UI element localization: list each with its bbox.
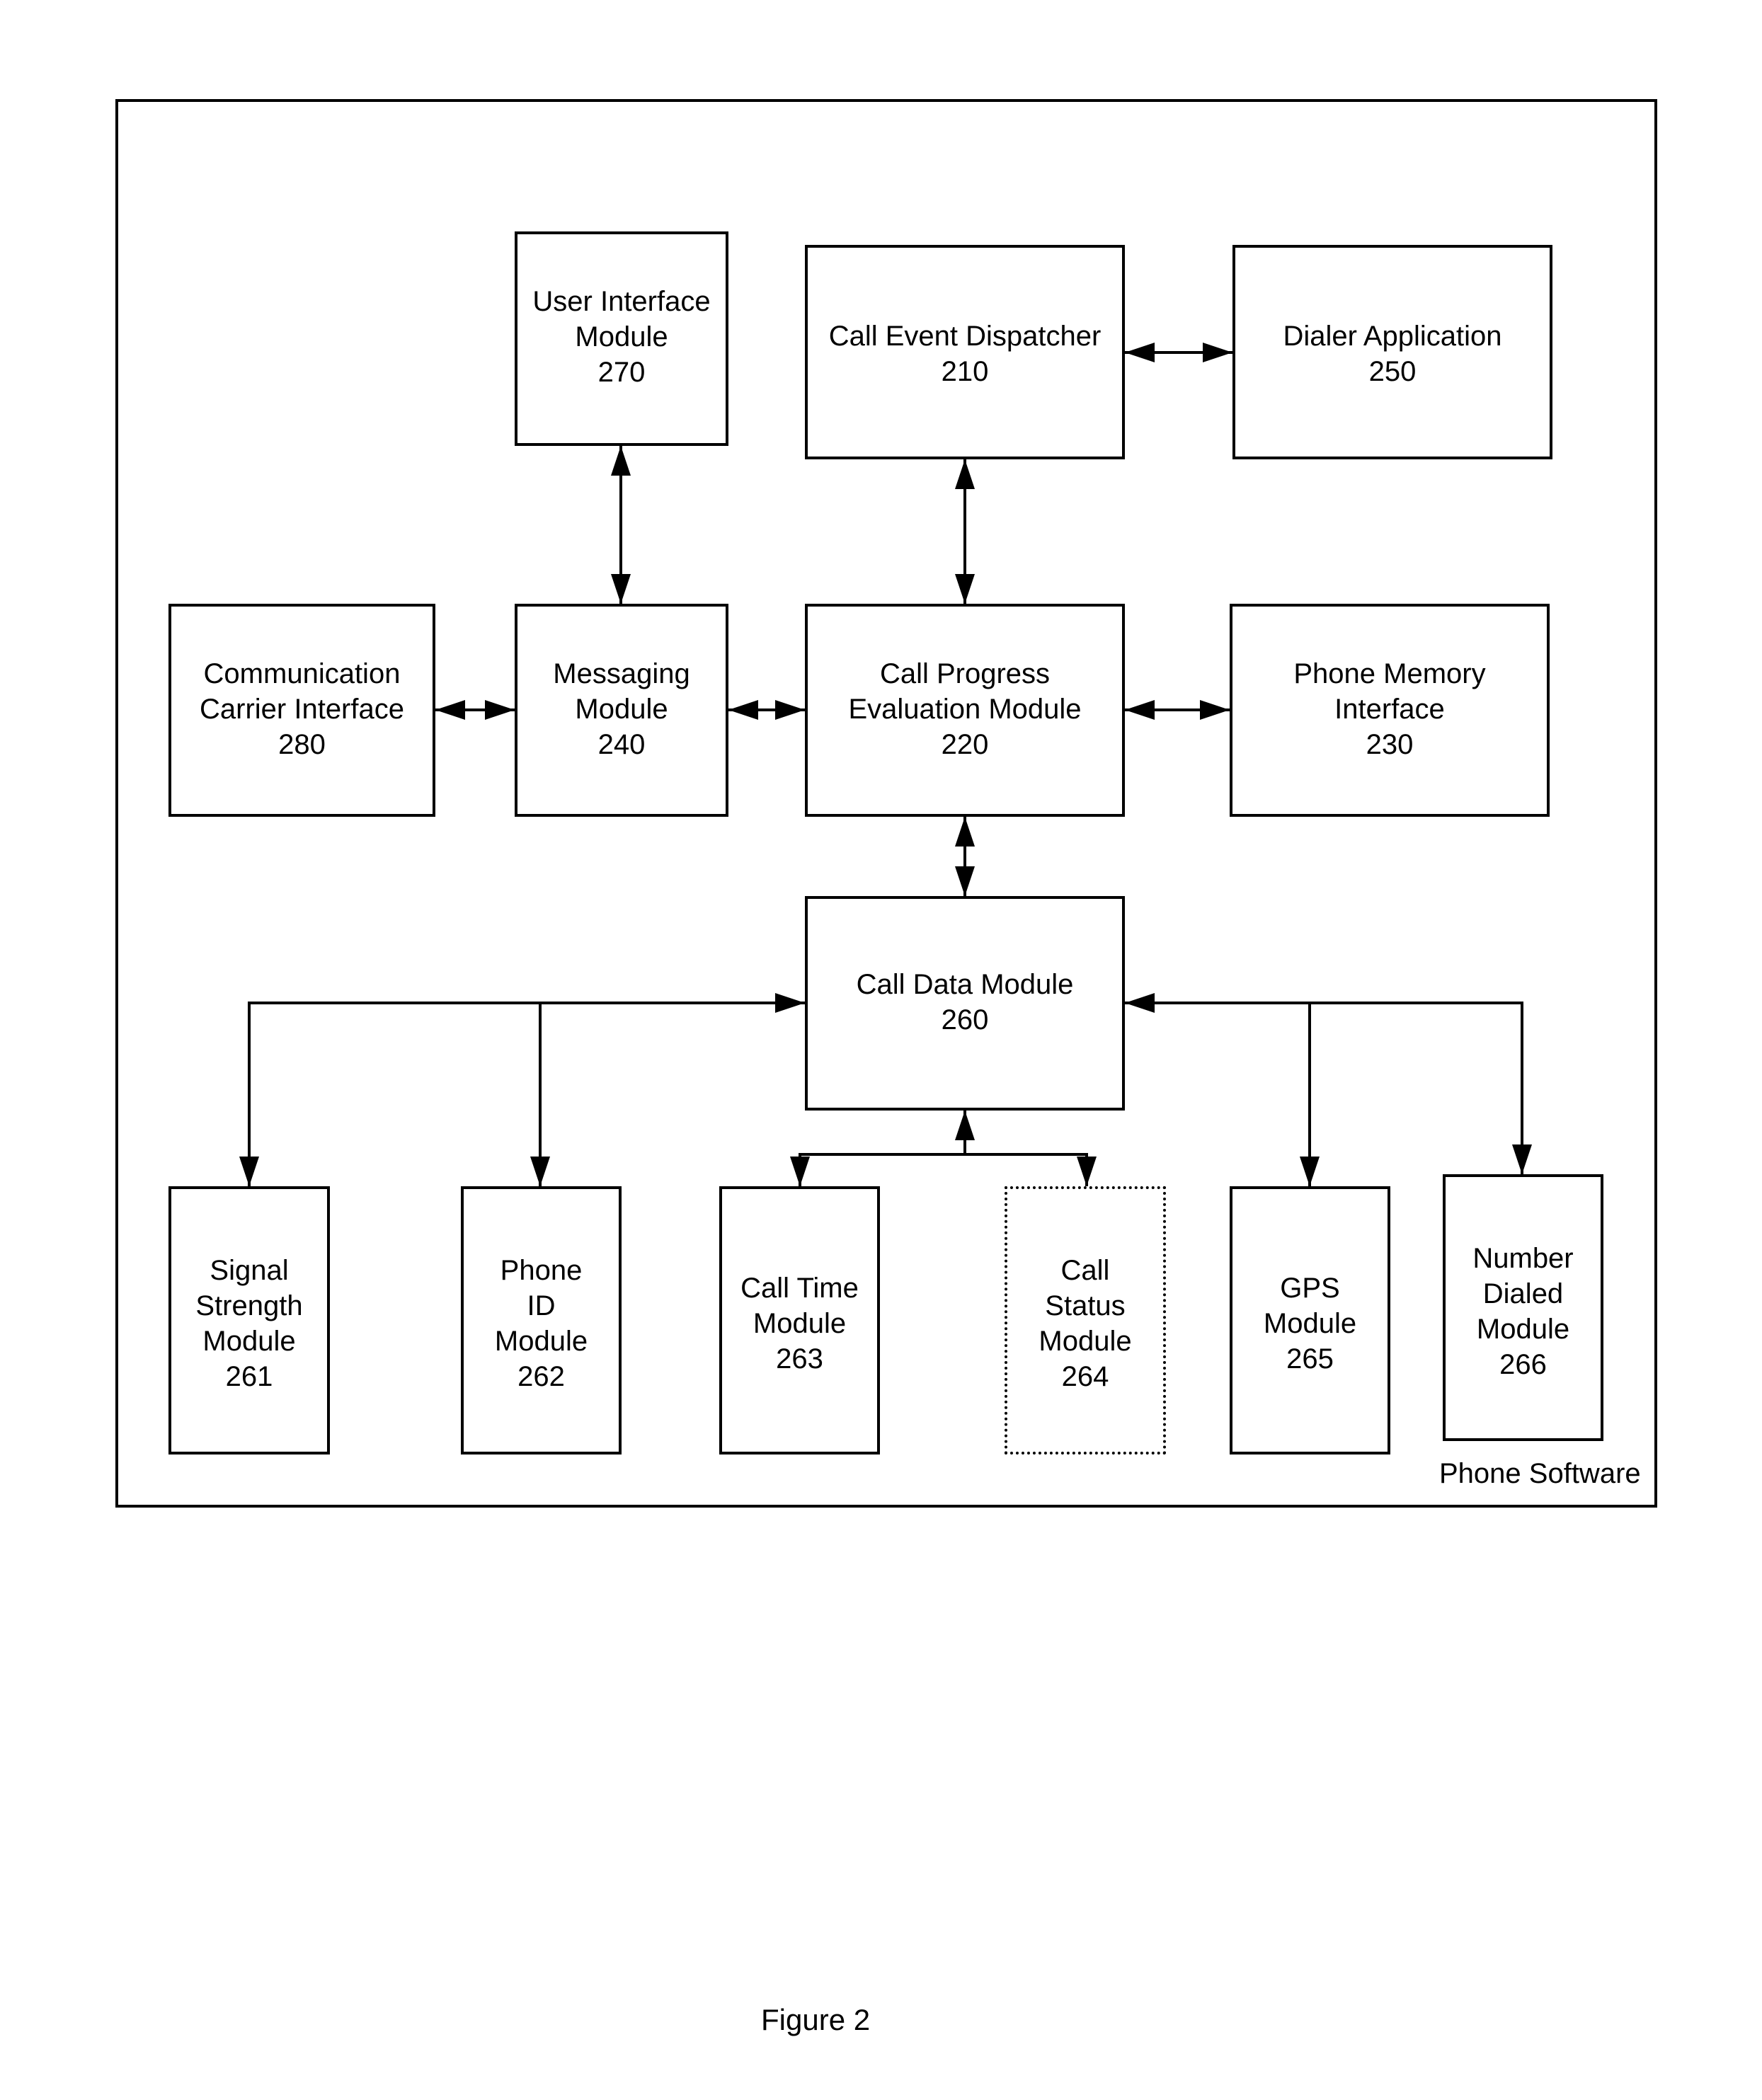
module-280-name: Communication Carrier Interface bbox=[200, 658, 404, 725]
module-210-name: Call Event Dispatcher bbox=[828, 321, 1102, 352]
module-264-call-status: Call Status Module 264 bbox=[1005, 1186, 1166, 1454]
module-230-name: Phone Memory Interface bbox=[1293, 658, 1486, 725]
module-240-name: Messaging Module bbox=[553, 658, 690, 725]
module-262-phone-id: Phone ID Module 262 bbox=[461, 1186, 622, 1454]
module-261-number: 261 bbox=[225, 1361, 273, 1392]
module-260-call-data: Call Data Module 260 bbox=[805, 896, 1125, 1111]
figure-caption: Figure 2 bbox=[761, 2003, 871, 2036]
module-262-number: 262 bbox=[517, 1361, 565, 1392]
module-250-number: 250 bbox=[1368, 356, 1417, 387]
module-265-gps: GPS Module 265 bbox=[1230, 1186, 1390, 1454]
module-260-number: 260 bbox=[941, 1004, 989, 1035]
module-264-number: 264 bbox=[1061, 1361, 1109, 1392]
module-266-number-dialed: Number Dialed Module 266 bbox=[1443, 1174, 1603, 1441]
module-262-name: Phone ID Module bbox=[494, 1255, 588, 1357]
module-261-signal-strength: Signal Strength Module 261 bbox=[168, 1186, 330, 1454]
module-230-phone-memory-interface: Phone Memory Interface 230 bbox=[1230, 604, 1550, 817]
module-261-name: Signal Strength Module bbox=[195, 1255, 303, 1357]
module-270-name: User Interface Module bbox=[532, 286, 711, 352]
module-230-number: 230 bbox=[1366, 729, 1414, 760]
module-265-name: GPS Module bbox=[1263, 1273, 1357, 1339]
module-240-messaging: Messaging Module 240 bbox=[515, 604, 728, 817]
module-210-number: 210 bbox=[941, 356, 989, 387]
module-250-name: Dialer Application bbox=[1283, 321, 1502, 352]
module-280-number: 280 bbox=[278, 729, 326, 760]
module-220-call-progress-evaluation: Call Progress Evaluation Module 220 bbox=[805, 604, 1125, 817]
module-220-number: 220 bbox=[941, 729, 989, 760]
module-270-user-interface: User Interface Module 270 bbox=[515, 231, 728, 446]
module-220-name: Call Progress Evaluation Module bbox=[848, 658, 1082, 725]
phone-software-label: Phone Software bbox=[1439, 1458, 1641, 1489]
module-263-name: Call Time Module bbox=[740, 1273, 859, 1339]
module-265-number: 265 bbox=[1286, 1343, 1334, 1375]
module-263-call-time: Call Time Module 263 bbox=[719, 1186, 880, 1454]
module-266-name: Number Dialed Module bbox=[1472, 1243, 1574, 1345]
module-280-communication-carrier-interface: Communication Carrier Interface 280 bbox=[168, 604, 435, 817]
module-263-number: 263 bbox=[776, 1343, 823, 1375]
module-260-name: Call Data Module bbox=[856, 969, 1074, 1000]
module-264-name: Call Status Module bbox=[1039, 1255, 1132, 1357]
module-270-number: 270 bbox=[597, 357, 646, 388]
module-210-call-event-dispatcher: Call Event Dispatcher 210 bbox=[805, 245, 1125, 459]
module-250-dialer-application: Dialer Application 250 bbox=[1232, 245, 1552, 459]
module-240-number: 240 bbox=[597, 729, 646, 760]
module-266-number: 266 bbox=[1499, 1349, 1547, 1380]
